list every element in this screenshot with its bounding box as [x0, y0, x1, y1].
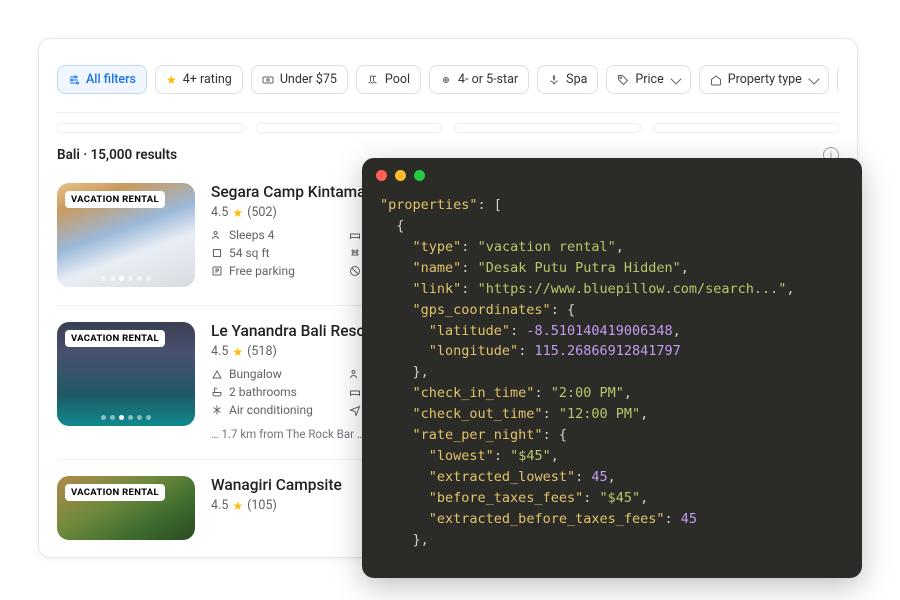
sub-cards-row: [57, 113, 839, 141]
filter-under[interactable]: Under $75: [251, 65, 348, 94]
chevron-down-icon: [808, 73, 819, 84]
ac-icon: [211, 404, 223, 416]
amenity-item: Free parking: [211, 264, 331, 278]
filter-pool[interactable]: Pool: [356, 65, 421, 94]
no-ac-icon: [349, 265, 361, 277]
filter-all[interactable]: All filters: [57, 65, 147, 94]
rating-value: 4.5: [211, 205, 228, 220]
bed-icon: [349, 229, 361, 241]
filter-property-label: Property type: [728, 72, 802, 87]
reviews-count: (105): [247, 498, 277, 513]
filter-spa-label: Spa: [566, 72, 587, 87]
code-window: "properties": [ { "type": "vacation rent…: [362, 158, 862, 578]
sub-card: [454, 123, 641, 133]
minimize-dot[interactable]: [395, 170, 406, 181]
star-icon: ★: [232, 206, 243, 220]
filter-price[interactable]: Price: [606, 65, 690, 94]
zoom-dot[interactable]: [414, 170, 425, 181]
listing-photo[interactable]: VACATION RENTAL: [57, 322, 195, 426]
filter-price-label: Price: [635, 72, 663, 87]
area-icon: [211, 247, 223, 259]
star-icon: ★: [232, 345, 243, 359]
carousel-dots: [101, 276, 151, 281]
filter-under-label: Under $75: [280, 72, 337, 87]
chevron-down-icon: [670, 73, 681, 84]
code-content: "properties": [ { "type": "vacation rent…: [362, 189, 862, 567]
filter-spa[interactable]: Spa: [537, 65, 598, 94]
sub-card: [256, 123, 443, 133]
rosette-icon: [440, 74, 452, 86]
sliders-icon: [68, 74, 80, 86]
spa-icon: [548, 74, 560, 86]
filter-rating[interactable]: ★ 4+ rating: [155, 65, 243, 94]
photo-badge: VACATION RENTAL: [65, 191, 165, 208]
bath-icon: [211, 386, 223, 398]
filter-all-label: All filters: [86, 72, 136, 87]
parking-icon: [211, 265, 223, 277]
carousel-dots: [101, 415, 151, 420]
tag-icon: [617, 74, 629, 86]
window-controls: [362, 158, 862, 189]
close-dot[interactable]: [376, 170, 387, 181]
filter-rating-label: 4+ rating: [183, 72, 232, 87]
rating-value: 4.5: [211, 498, 228, 513]
reviews-count: (502): [247, 205, 277, 220]
filter-pool-label: Pool: [385, 72, 410, 87]
filter-bar: All filters ★ 4+ rating Under $75 Pool 4…: [57, 53, 839, 113]
photo-badge: VACATION RENTAL: [65, 330, 165, 347]
cash-icon: [262, 74, 274, 86]
amenity-item: 54 sq ft: [211, 246, 331, 260]
rating-value: 4.5: [211, 344, 228, 359]
listing-photo[interactable]: VACATION RENTAL: [57, 183, 195, 287]
pool-icon: [367, 74, 379, 86]
sleeps-icon: [349, 368, 361, 380]
bed-icon: [349, 386, 361, 398]
bungalow-icon: [211, 368, 223, 380]
amenity-item: Air conditioning: [211, 403, 331, 417]
airport-icon: [349, 404, 361, 416]
reviews-count: (518): [247, 344, 277, 359]
sub-card: [653, 123, 840, 133]
sub-card: [57, 123, 244, 133]
filter-star[interactable]: 4- or 5-star: [429, 65, 529, 94]
results-count: Bali · 15,000 results: [57, 147, 177, 163]
star-icon: ★: [166, 73, 177, 87]
star-icon: ★: [232, 499, 243, 513]
listing-photo[interactable]: VACATION RENTAL: [57, 476, 195, 540]
photo-badge: VACATION RENTAL: [65, 484, 165, 501]
filter-offers[interactable]: Offers: [837, 65, 839, 94]
home-icon: [710, 74, 722, 86]
filter-star-label: 4- or 5-star: [458, 72, 518, 87]
amenity-item: 2 bathrooms: [211, 385, 331, 399]
amenity-item: Sleeps 4: [211, 228, 331, 242]
filter-property[interactable]: Property type: [699, 65, 829, 94]
pet-icon: [349, 247, 361, 259]
amenity-item: Bungalow: [211, 367, 331, 381]
sleeps-icon: [211, 229, 223, 241]
